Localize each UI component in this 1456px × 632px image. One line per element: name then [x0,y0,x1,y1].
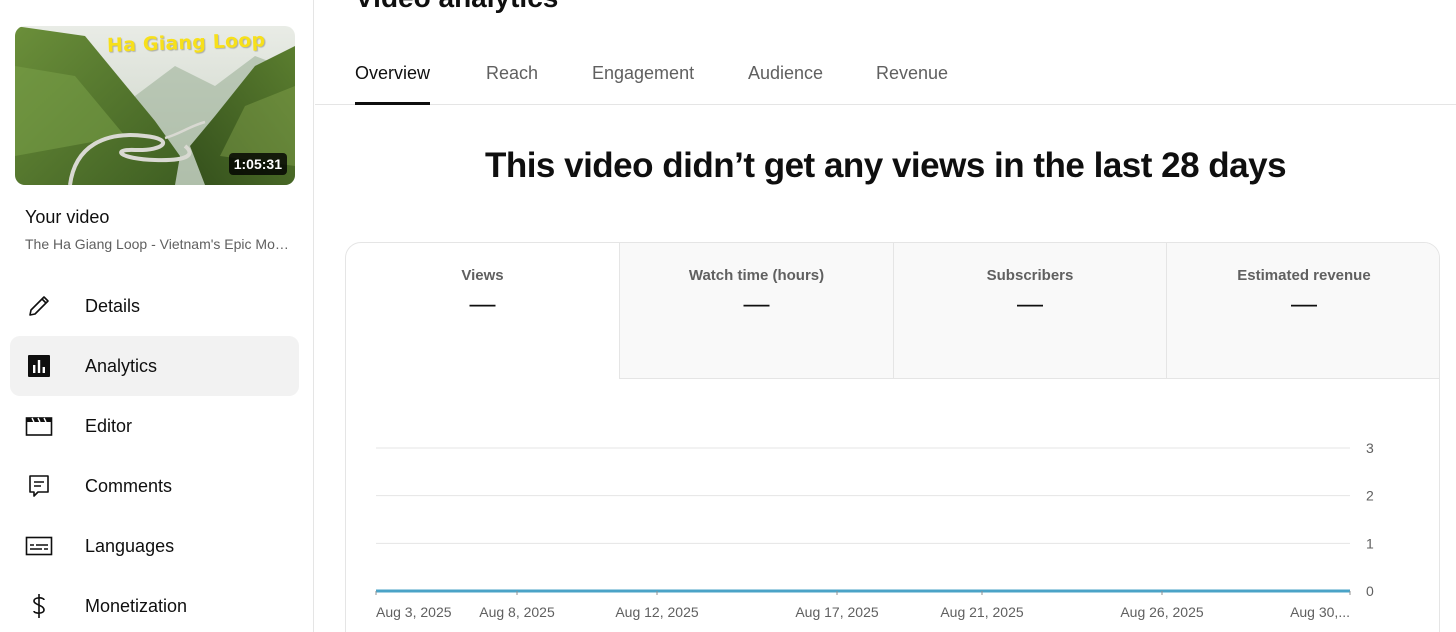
pencil-icon [24,291,54,321]
x-tick-label: Aug 12, 2025 [615,604,699,620]
metric-value: — [1291,288,1317,318]
metric-label: Watch time (hours) [688,267,825,284]
y-tick-label: 3 [1366,440,1374,456]
sidebar-item-label: Editor [85,415,133,436]
x-tick-label: Aug 17, 2025 [795,604,879,620]
y-tick-label: 0 [1366,583,1374,599]
subtitles-icon [24,531,54,561]
sidebar-item-monetization[interactable]: Monetization [10,576,299,632]
metric-subscribers[interactable]: Subscribers — [893,243,1166,379]
tab-overview[interactable]: Overview [355,63,431,105]
tab-audience[interactable]: Audience [748,63,823,102]
analytics-tabs: Overview Reach Engagement Audience Reven… [315,45,1456,105]
sidebar-item-label: Comments [85,475,173,496]
your-video-label: Your video [25,207,110,227]
analytics-icon [24,351,54,381]
metric-views[interactable]: Views — [346,243,619,379]
x-tick-label: Aug 30,... [1290,604,1350,620]
no-views-headline: This video didn’t get any views in the l… [484,146,1287,185]
sidebar-item-label: Languages [85,535,175,556]
metric-label: Subscribers [986,267,1074,284]
sidebar: Ha Giang Loop 1:05:31 Your video The Ha … [0,0,314,632]
metric-watch-time[interactable]: Watch time (hours) — [619,243,893,379]
views-line-chart: 0 1 2 3 Aug 3, 2025 Aug 8, 2025 Aug 12, 2025 Au… [375,440,1374,620]
x-tick-label: Aug 26, 2025 [1120,604,1204,620]
metrics-card: Views — Watch time (hours) — Subscribers… [345,242,1440,632]
video-thumbnail[interactable]: Ha Giang Loop 1:05:31 [15,26,295,185]
sidebar-item-label: Monetization [85,595,188,616]
y-tick-label: 1 [1366,535,1374,551]
x-tick-label: Aug 21, 2025 [940,604,1024,620]
metric-label: Estimated revenue [1237,267,1371,284]
video-title[interactable]: The Ha Giang Loop - Vietnam's Epic Motor… [25,236,290,252]
sidebar-item-label: Details [85,295,141,316]
sidebar-item-comments[interactable]: Comments [10,456,299,516]
video-duration-badge: 1:05:31 [228,153,287,175]
sidebar-item-languages[interactable]: Languages [10,516,299,576]
clapperboard-icon [24,411,54,441]
metric-value: — [743,288,770,318]
comment-icon [24,471,54,501]
x-tick-label: Aug 8, 2025 [479,604,555,620]
page-title: Video analytics [355,0,558,14]
sidebar-item-details[interactable]: Details [10,276,299,336]
metric-label: Views [461,267,504,284]
metric-value: — [1017,288,1043,318]
sidebar-item-editor[interactable]: Editor [10,396,299,456]
metric-value: — [469,288,496,318]
dollar-icon [24,591,54,621]
y-tick-label: 2 [1366,488,1374,504]
tab-revenue[interactable]: Revenue [876,63,948,102]
metric-estimated-revenue[interactable]: Estimated revenue — [1166,243,1439,379]
x-tick-label: Aug 3, 2025 [376,604,452,620]
sidebar-item-analytics[interactable]: Analytics [10,336,299,396]
tab-reach[interactable]: Reach [486,63,538,102]
tab-engagement[interactable]: Engagement [592,63,694,102]
sidebar-item-label: Analytics [85,355,158,376]
